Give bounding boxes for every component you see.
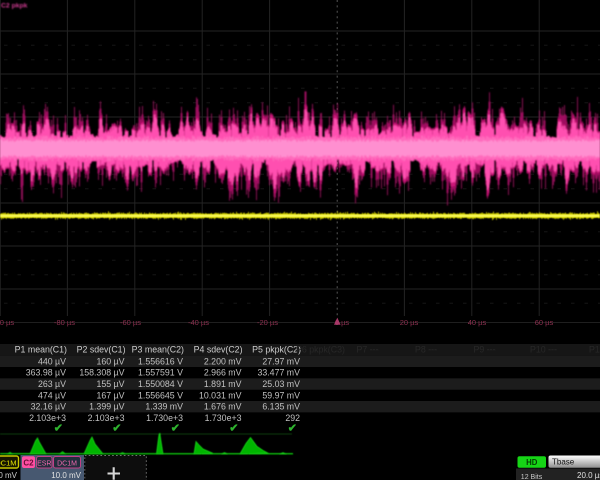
svg-text:1.730e+3: 1.730e+3 (146, 413, 183, 423)
svg-text:440 µV: 440 µV (38, 356, 66, 366)
svg-text:1.556616 V: 1.556616 V (138, 356, 183, 366)
svg-text:292: 292 (285, 413, 300, 423)
svg-text:✔: ✔ (54, 423, 63, 435)
svg-text:1.339 mV: 1.339 mV (145, 402, 183, 412)
svg-text:10.0 mV: 10.0 mV (51, 471, 81, 480)
svg-text:P1 mean(C1): P1 mean(C1) (15, 345, 67, 355)
svg-text:474 µV: 474 µV (38, 390, 66, 400)
svg-text:167 µV: 167 µV (96, 390, 124, 400)
svg-text:59.97 mV: 59.97 mV (262, 390, 300, 400)
svg-text:P7 ---: P7 --- (357, 345, 379, 355)
svg-text:HD: HD (526, 458, 538, 467)
svg-text:27.97 mV: 27.97 mV (262, 356, 300, 366)
svg-text:P3 mean(C2): P3 mean(C2) (132, 345, 184, 355)
svg-text:C2: C2 (23, 459, 34, 468)
svg-text:✔: ✔ (112, 423, 121, 435)
svg-text:158.308 µV: 158.308 µV (79, 368, 124, 378)
svg-text:33.477 mV: 33.477 mV (257, 368, 300, 378)
svg-text:P5 pkpk(C2): P5 pkpk(C2) (252, 345, 301, 355)
svg-text:✔: ✔ (229, 423, 238, 435)
svg-text:DC1M: DC1M (57, 460, 77, 467)
svg-text:1.891 mV: 1.891 mV (204, 379, 242, 389)
svg-text:✔: ✔ (288, 423, 297, 435)
svg-text:40 µs: 40 µs (468, 318, 487, 327)
svg-text:ESR: ESR (37, 460, 51, 467)
svg-text:60 µs: 60 µs (535, 318, 554, 327)
svg-text:-40 µs: -40 µs (188, 318, 209, 327)
svg-text:10.031 mV: 10.031 mV (199, 390, 242, 400)
svg-text:160 µV: 160 µV (96, 356, 124, 366)
svg-text:P8 ---: P8 --- (415, 345, 437, 355)
svg-text:P10 ---: P10 --- (530, 345, 557, 355)
svg-text:2.103e+3: 2.103e+3 (29, 413, 66, 423)
svg-text:P1: P1 (589, 345, 600, 355)
svg-text:✔: ✔ (171, 423, 180, 435)
svg-text:2.966 mV: 2.966 mV (204, 368, 242, 378)
svg-text:P2 sdev(C1): P2 sdev(C1) (77, 345, 126, 355)
svg-text:C2 pkpk: C2 pkpk (1, 3, 28, 10)
svg-text:P4 sdev(C2): P4 sdev(C2) (194, 345, 243, 355)
svg-text:25.03 mV: 25.03 mV (262, 379, 300, 389)
svg-text:-80 µs: -80 µs (54, 318, 75, 327)
svg-text:2.103e+3: 2.103e+3 (88, 413, 125, 423)
svg-text:1.676 mV: 1.676 mV (204, 402, 242, 412)
svg-text:1.550084 V: 1.550084 V (138, 379, 183, 389)
svg-text:P9 ---: P9 --- (474, 345, 496, 355)
svg-text:-20 µs: -20 µs (257, 318, 278, 327)
svg-text:263 µV: 263 µV (38, 379, 66, 389)
svg-text:1.557591 V: 1.557591 V (138, 368, 183, 378)
svg-text:6.135 mV: 6.135 mV (262, 402, 300, 412)
svg-text:20 µs: 20 µs (400, 318, 419, 327)
svg-text:12 Bits: 12 Bits (521, 474, 543, 480)
svg-text:Tbase: Tbase (552, 458, 575, 467)
svg-text:32.16 µV: 32.16 µV (31, 402, 67, 412)
svg-text:-100 µs: -100 µs (0, 318, 14, 327)
svg-text:20.0 mV: 20.0 mV (0, 471, 18, 480)
svg-text:P6 pkpk(C3): P6 pkpk(C3) (296, 345, 345, 355)
svg-text:1.730e+3: 1.730e+3 (205, 413, 242, 423)
svg-text:1.556645 V: 1.556645 V (138, 390, 183, 400)
svg-text:1.399 µV: 1.399 µV (89, 402, 125, 412)
svg-text:155 µV: 155 µV (96, 379, 124, 389)
svg-text:20.0 µs: 20.0 µs (577, 471, 600, 480)
svg-text:-60 µs: -60 µs (120, 318, 141, 327)
svg-text:DC1M: DC1M (0, 459, 17, 468)
svg-text:363.98 µV: 363.98 µV (26, 368, 66, 378)
svg-text:2.200 mV: 2.200 mV (204, 356, 242, 366)
